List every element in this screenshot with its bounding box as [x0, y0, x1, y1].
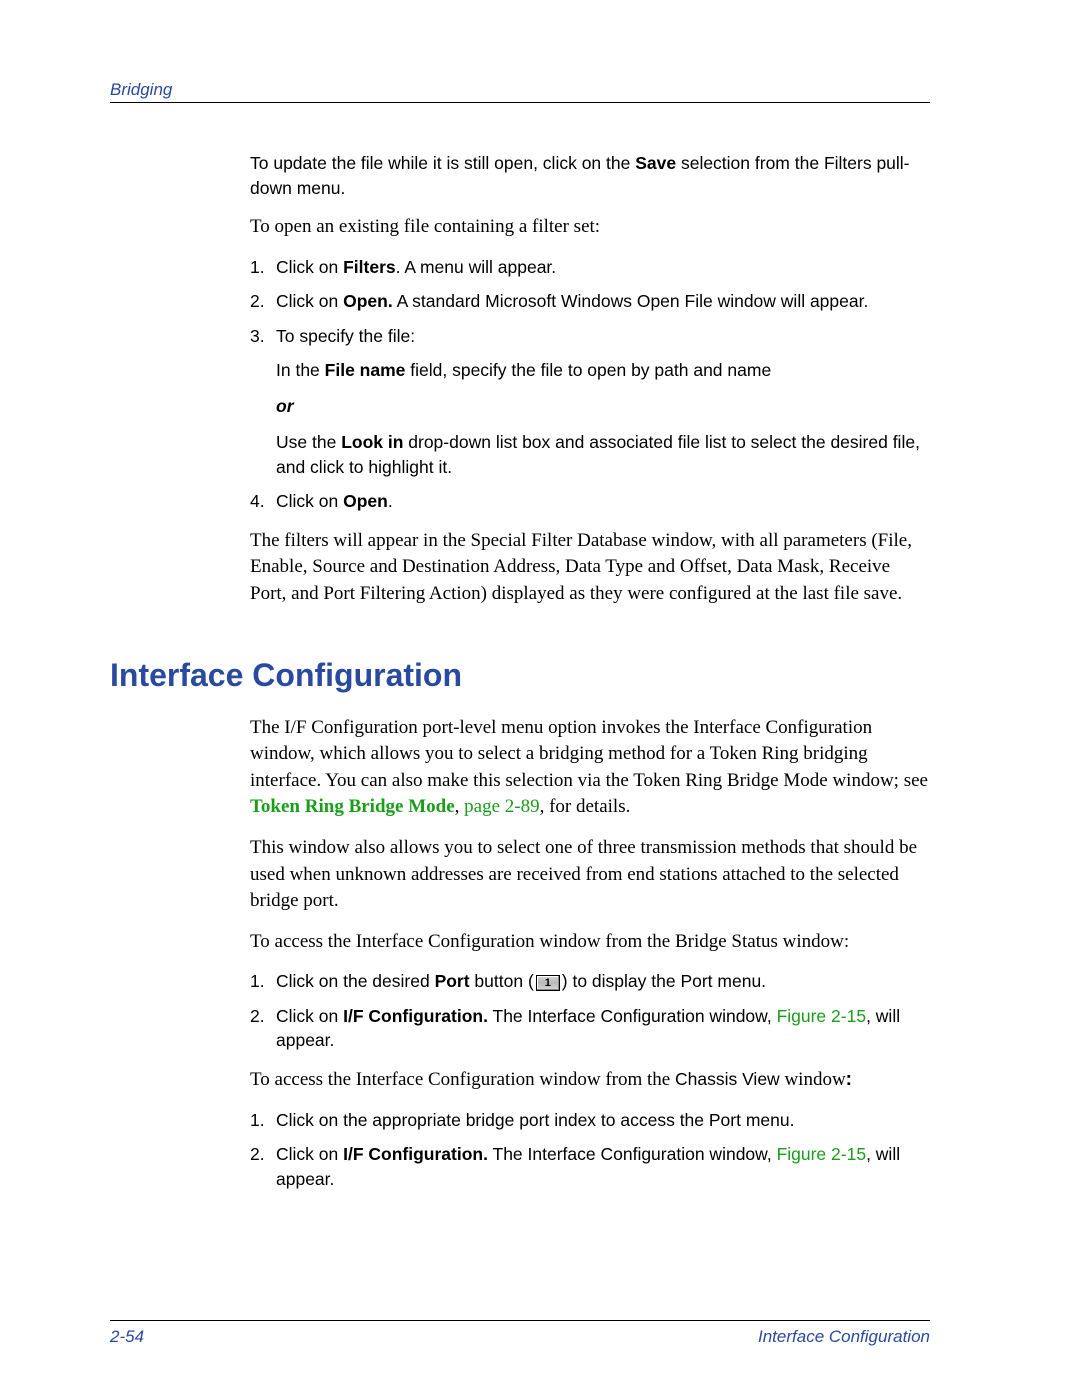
list-item: 4.Click on Open.: [250, 489, 930, 514]
text-bold: Open.: [343, 291, 393, 311]
text: . A menu will appear.: [396, 257, 557, 277]
text: Click on: [276, 291, 343, 311]
text: field, specify the file to open by path …: [405, 360, 771, 380]
page-number: 2-54: [110, 1327, 144, 1347]
list-number: 2.: [250, 1004, 276, 1053]
text-bold: Save: [635, 153, 676, 173]
list-item: 1.Click on the desired Port button (1) t…: [250, 969, 930, 994]
text: The Interface Configuration window,: [488, 1006, 777, 1026]
text-bold: Port: [435, 971, 470, 991]
text: Click on: [276, 491, 343, 511]
text: To update the file while it is still ope…: [250, 153, 635, 173]
page-reference-link[interactable]: page 2-89: [464, 796, 539, 817]
text: ) to display the Port menu.: [562, 971, 766, 991]
section-heading: Interface Configuration: [110, 654, 930, 697]
cross-reference-link[interactable]: Token Ring Bridge Mode: [250, 796, 455, 817]
text: The I/F Configuration port-level menu op…: [250, 717, 928, 791]
list-item: 2.Click on I/F Configuration. The Interf…: [250, 1004, 930, 1053]
figure-reference-link[interactable]: Figure 2-15: [777, 1144, 867, 1164]
steps-list-3: 1.Click on the appropriate bridge port i…: [250, 1108, 930, 1192]
sub-step: Use the Look in drop-down list box and a…: [276, 430, 930, 479]
list-number: 1.: [250, 1108, 276, 1133]
steps-list-2: 1.Click on the desired Port button (1) t…: [250, 969, 930, 1053]
list-number: 3.: [250, 324, 276, 349]
text-bold: Filters: [343, 257, 396, 277]
section-paragraph-3: To access the Interface Configuration wi…: [250, 929, 930, 956]
text-bold: File name: [325, 360, 406, 380]
intro-paragraph-1: To update the file while it is still ope…: [250, 151, 930, 200]
text: button (: [470, 971, 534, 991]
page-header: Bridging: [110, 80, 930, 103]
steps-list-1b: 4.Click on Open.: [250, 489, 930, 514]
text: Click on: [276, 257, 343, 277]
text-bold: I/F Configuration.: [343, 1144, 488, 1164]
text: Use the: [276, 432, 341, 452]
text: ,: [455, 796, 465, 817]
chapter-title: Bridging: [110, 80, 172, 99]
text: The Interface Configuration window,: [488, 1144, 777, 1164]
list-number: 1.: [250, 255, 276, 280]
section-paragraph-2: This window also allows you to select on…: [250, 835, 930, 915]
text-bold: I/F Configuration.: [343, 1006, 488, 1026]
page-footer: 2-54 Interface Configuration: [110, 1320, 930, 1347]
footer-section: Interface Configuration: [758, 1327, 930, 1347]
text: To access the Interface Configuration wi…: [250, 1069, 675, 1090]
text: To specify the file:: [276, 324, 415, 349]
steps-list-1: 1.Click on Filters. A menu will appear. …: [250, 255, 930, 349]
text: Click on: [276, 1006, 343, 1026]
paragraph: The filters will appear in the Special F…: [250, 528, 930, 608]
text: window: [780, 1069, 846, 1090]
list-number: 2.: [250, 289, 276, 314]
document-page: Bridging To update the file while it is …: [0, 0, 1080, 1397]
text-bold: Open: [343, 491, 388, 511]
port-button-icon: 1: [536, 975, 560, 991]
text: Chassis View: [675, 1069, 780, 1089]
page-content: To update the file while it is still ope…: [250, 151, 930, 1191]
intro-paragraph-2: To open an existing file containing a fi…: [250, 214, 930, 241]
text: Click on the appropriate bridge port ind…: [276, 1108, 794, 1133]
figure-reference-link[interactable]: Figure 2-15: [777, 1006, 867, 1026]
list-item: 2.Click on Open. A standard Microsoft Wi…: [250, 289, 930, 314]
text: , for details.: [540, 796, 631, 817]
section-paragraph-1: The I/F Configuration port-level menu op…: [250, 715, 930, 821]
list-item: 3.To specify the file:: [250, 324, 930, 349]
sub-step: In the File name field, specify the file…: [276, 358, 930, 383]
list-number: 2.: [250, 1142, 276, 1191]
list-item: 1.Click on Filters. A menu will appear.: [250, 255, 930, 280]
list-item: 2.Click on I/F Configuration. The Interf…: [250, 1142, 930, 1191]
text: A standard Microsoft Windows Open File w…: [393, 291, 869, 311]
text: In the: [276, 360, 325, 380]
text-bold: Look in: [341, 432, 403, 452]
list-item: 1.Click on the appropriate bridge port i…: [250, 1108, 930, 1133]
list-number: 1.: [250, 969, 276, 994]
list-number: 4.: [250, 489, 276, 514]
paragraph: To access the Interface Configuration wi…: [250, 1067, 930, 1094]
text: Click on: [276, 1144, 343, 1164]
text: .: [388, 491, 393, 511]
text: Click on the desired: [276, 971, 435, 991]
or-separator: or: [276, 395, 930, 419]
text-bold: :: [846, 1069, 852, 1090]
